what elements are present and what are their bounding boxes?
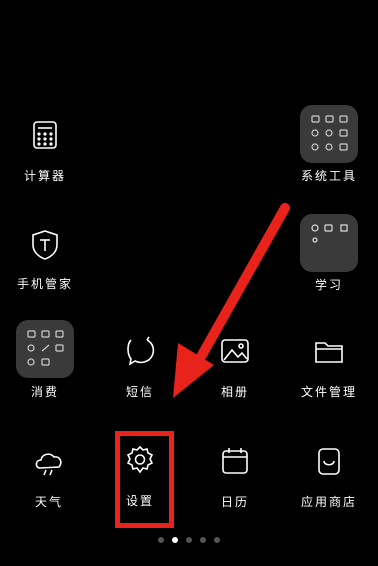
- annotation-arrow: [173, 203, 290, 398]
